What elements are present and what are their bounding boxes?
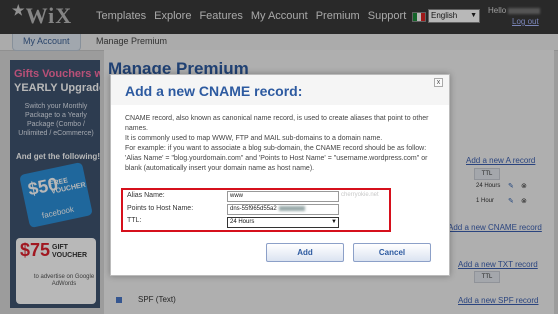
- alias-name-label: Alias Name:: [127, 192, 165, 199]
- alias-name-input[interactable]: www: [227, 191, 339, 202]
- add-button[interactable]: Add: [266, 243, 344, 262]
- add-cname-dialog: Add a new CNAME record: x CNAME record, …: [110, 74, 450, 276]
- cname-form-fields: Alias Name: www cherryokie.net Points to…: [121, 188, 391, 232]
- cancel-button[interactable]: Cancel: [353, 243, 431, 262]
- watermark-text: cherryokie.net: [341, 192, 379, 198]
- redacted-host: [278, 205, 305, 211]
- host-name-input[interactable]: dns-55f965d55a2: [227, 204, 339, 215]
- dialog-title: Add a new CNAME record:: [125, 83, 303, 99]
- host-name-label: Points to Host Name:: [127, 205, 194, 212]
- ttl-select[interactable]: 24 Hours ▼: [227, 217, 339, 228]
- chevron-down-icon: ▼: [331, 219, 337, 225]
- dialog-header: Add a new CNAME record: x: [111, 75, 449, 105]
- dialog-description: CNAME record, also known as canonical na…: [125, 115, 429, 172]
- close-icon[interactable]: x: [434, 78, 443, 87]
- ttl-label: TTL:: [127, 217, 142, 224]
